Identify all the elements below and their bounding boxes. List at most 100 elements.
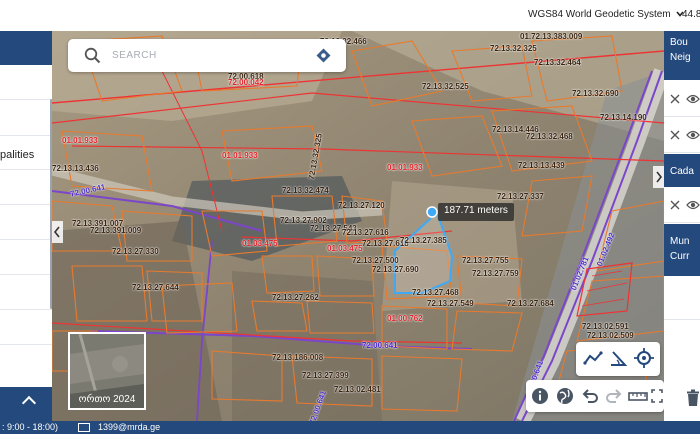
parcel-label: 72.13.27.500 (352, 256, 399, 265)
left-panel-item-municipalities[interactable]: palities (0, 135, 53, 170)
eye-icon[interactable] (686, 129, 700, 141)
map-canvas[interactable]: 72.13.32.46672.13.32.32501.72.13.383.009… (52, 31, 664, 421)
parcel-label: 01.01.933 (387, 163, 423, 172)
parcel-label: 72.00.042 (228, 78, 264, 87)
parcel-label: 72.13.32.464 (534, 58, 581, 67)
globe-icon[interactable] (554, 385, 576, 407)
parcel-label: 01.03.475 (242, 239, 278, 248)
mail-icon (78, 423, 90, 432)
search-input[interactable] (112, 47, 302, 64)
parcel-label: 72.13.27.755 (462, 256, 509, 265)
layer-group-title: Mun (670, 236, 690, 247)
panel-collapse-bar[interactable] (0, 387, 52, 421)
parcel-label: 72.13.27.399 (302, 371, 349, 380)
info-icon[interactable] (529, 385, 551, 407)
left-panel-header (0, 31, 53, 65)
parcel-label: 01.00.762 (387, 314, 423, 323)
chevron-up-icon (21, 395, 37, 411)
close-icon[interactable] (670, 130, 680, 140)
coordinate-readout: 44.8 (682, 9, 700, 20)
chevron-left-icon (53, 226, 60, 238)
parcel-label: 72.13.27.690 (372, 265, 419, 274)
map-scroll-left-button[interactable] (52, 221, 63, 243)
basemap-switcher[interactable]: ორთო 2024 (68, 332, 146, 410)
parcel-label: 72.13.27.337 (497, 192, 544, 201)
fullscreen-icon[interactable] (651, 385, 663, 407)
layer-row[interactable] (664, 187, 700, 223)
left-panel-item[interactable] (0, 240, 53, 275)
parcel-label: 72.13.186.008 (272, 353, 324, 362)
parcel-label: 72.13.13.439 (518, 161, 565, 170)
parcel-label: 72.13.27.549 (427, 299, 474, 308)
left-panel-item[interactable] (0, 170, 53, 205)
layer-group-cadastral-header[interactable]: Cada (664, 154, 700, 187)
parcel-label: 72.13.02.481 (334, 385, 381, 394)
left-panel-item[interactable] (0, 310, 53, 345)
parcel-label: 72.13.32.474 (282, 186, 329, 195)
contact-email[interactable]: 1399@mrda.ge (98, 422, 160, 432)
layer-group-title: Neig (670, 52, 691, 63)
parcel-label: 72.13.27.330 (112, 247, 159, 256)
parcel-label: 72.13.32.468 (526, 132, 573, 141)
redo-icon[interactable] (603, 385, 625, 407)
parcel-label: 01.03.475 (327, 244, 363, 253)
parcel-label: 72.13.27.120 (338, 201, 385, 210)
layer-group-title: Curr (670, 251, 690, 262)
measure-tools-panel (576, 342, 660, 376)
layer-row[interactable] (664, 117, 700, 153)
undo-icon[interactable] (579, 385, 601, 407)
parcel-label: 72.13.13.436 (52, 164, 99, 173)
close-icon[interactable] (670, 94, 680, 104)
parcel-label: 72.13.27.644 (132, 283, 179, 292)
parcel-label: 72.13.27.468 (412, 288, 459, 297)
basemap-label: ორთო 2024 (78, 394, 136, 405)
ruler-icon[interactable] (627, 385, 649, 407)
layer-group-municipal-header[interactable]: Mun Curr (664, 224, 700, 276)
chevron-right-icon (656, 171, 663, 183)
parcel-label: 72.13.32.325 (490, 44, 537, 53)
measure-distance-icon[interactable] (582, 347, 604, 369)
parcel-label: 72.13.27.262 (272, 293, 319, 302)
layer-row[interactable] (664, 81, 700, 117)
layer-group-boundaries-header[interactable]: Bou Neig (664, 31, 700, 80)
footer-bar: : 9:00 - 18:00) 1399@mrda.ge (0, 421, 700, 434)
layer-group-title: Bou (670, 37, 688, 48)
crs-selector[interactable]: WGS84 World Geodetic System (528, 9, 685, 20)
left-panel-item[interactable] (0, 275, 53, 310)
parcel-label: 72.13.391.009 (90, 226, 142, 235)
parcel-label: 72.13.27.385 (400, 236, 447, 245)
parcel-label: 01.72.13.383.009 (520, 32, 583, 41)
parcel-label: 72.13.32.690 (572, 89, 619, 98)
parcel-label: 72.13.32.525 (422, 82, 469, 91)
parcel-label: 72.13.27.616 (342, 228, 389, 237)
search-box[interactable] (68, 39, 346, 72)
map-scroll-right-button[interactable] (653, 166, 664, 188)
top-bar: WGS84 World Geodetic System 44.8 (0, 0, 700, 31)
left-panel-item[interactable] (0, 65, 53, 100)
parcel-label: 01.01.933 (62, 136, 98, 145)
crs-label: WGS84 World Geodetic System (528, 9, 671, 20)
parcel-label: 72.13.27.759 (472, 269, 519, 278)
search-icon (84, 47, 101, 64)
eye-icon[interactable] (686, 93, 700, 105)
left-panel: palities (0, 31, 56, 387)
left-panel-item[interactable] (0, 205, 53, 240)
layers-panel: Bou Neig Cada Mun Curr (664, 31, 700, 321)
measure-angle-icon[interactable] (607, 347, 629, 369)
measurement-result-label: 187.71 meters (438, 203, 514, 221)
layer-group-title: Cada (670, 166, 694, 177)
delete-icon[interactable] (686, 389, 700, 407)
locate-coordinates-icon[interactable] (316, 48, 331, 63)
parcel-label: 72.13.02.509 (587, 331, 634, 340)
parcel-label: 72.13.02.591 (582, 322, 629, 331)
parcel-label: 72.13.27.684 (507, 299, 554, 308)
parcel-label: 72.00.641 (362, 341, 398, 350)
measure-point-icon[interactable] (633, 347, 655, 369)
left-panel-item-label: palities (0, 149, 35, 161)
close-icon[interactable] (670, 200, 680, 210)
parcel-label: 72.13.14.190 (600, 113, 647, 122)
layer-row[interactable] (664, 276, 700, 320)
eye-icon[interactable] (686, 199, 700, 211)
working-hours: : 9:00 - 18:00) (2, 422, 59, 432)
map-toolbar (526, 380, 664, 412)
